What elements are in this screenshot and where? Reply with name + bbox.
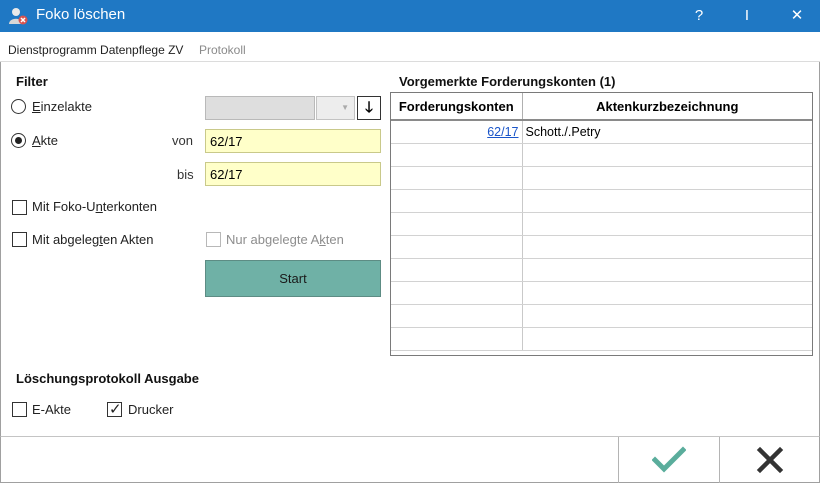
e-akte-checkbox[interactable]: [12, 402, 27, 417]
main-content: Filter Einzelakte ▼ 🡓 Akte von 62/17 bis…: [0, 62, 820, 436]
checkmark-icon: [651, 446, 687, 473]
footer-bar: [0, 436, 820, 483]
bezeichnung-cell: [522, 304, 812, 328]
column-header-aktenkurzbezeichnung[interactable]: Aktenkurzbezeichnung: [522, 93, 812, 121]
konto-cell[interactable]: [391, 143, 523, 167]
arrow-down-icon[interactable]: 🡓: [357, 96, 381, 120]
konto-cell[interactable]: [391, 235, 523, 259]
e-akte-label: E-Akte: [32, 402, 72, 417]
konto-cell[interactable]: [391, 327, 523, 351]
bezeichnung-cell: [522, 235, 812, 259]
table-heading: Vorgemerkte Forderungskonten (1): [399, 74, 616, 89]
filter-heading: Filter: [16, 74, 48, 89]
von-label: von: [172, 133, 193, 148]
bezeichnung-cell: [522, 281, 812, 305]
akte-combobox[interactable]: [205, 96, 315, 120]
bezeichnung-cell: [522, 166, 812, 190]
help-button[interactable]: ?: [676, 0, 722, 32]
konto-cell[interactable]: [391, 166, 523, 190]
konto-cell[interactable]: [391, 281, 523, 305]
bezeichnung-cell: [522, 327, 812, 351]
konto-cell[interactable]: 62/17: [391, 120, 523, 144]
konto-cell[interactable]: [391, 258, 523, 282]
bezeichnung-cell: [522, 143, 812, 167]
mit-foko-unterkonten-label: Mit Foko-Unterkonten: [32, 199, 157, 214]
einzelakte-radio[interactable]: [11, 99, 26, 114]
akte-radio[interactable]: [11, 133, 26, 148]
table-row-empty[interactable]: [391, 304, 812, 328]
bezeichnung-cell: Schott./.Petry: [522, 120, 812, 144]
akte-label: Akte: [32, 133, 59, 148]
mit-foko-unterkonten-checkbox[interactable]: [12, 200, 27, 215]
konto-cell[interactable]: [391, 189, 523, 213]
konto-link[interactable]: 62/17: [487, 125, 518, 139]
von-input[interactable]: 62/17: [205, 129, 381, 153]
table-row-empty[interactable]: [391, 143, 812, 167]
bezeichnung-cell: [522, 212, 812, 236]
tab-dienstprogramm[interactable]: Dienstprogramm Datenpflege ZV: [8, 43, 183, 57]
table-row-empty[interactable]: [391, 327, 812, 351]
bezeichnung-cell: [522, 258, 812, 282]
tab-bar: Dienstprogramm Datenpflege ZV Protokoll: [0, 32, 820, 62]
table-row-empty[interactable]: [391, 166, 812, 190]
konto-cell[interactable]: [391, 304, 523, 328]
mit-abgelegten-akten-checkbox[interactable]: [12, 232, 27, 247]
bis-label: bis: [177, 167, 194, 182]
info-button[interactable]: I: [724, 0, 770, 32]
protokoll-heading: Löschungsprotokoll Ausgabe: [16, 371, 199, 386]
forderungskonten-table[interactable]: Forderungskonten Aktenkurzbezeichnung 62…: [390, 92, 813, 356]
table-row-empty[interactable]: [391, 189, 812, 213]
bezeichnung-cell: [522, 189, 812, 213]
person-delete-icon: [8, 7, 28, 25]
ok-button[interactable]: [618, 437, 719, 483]
drucker-checkbox[interactable]: ✓: [107, 401, 122, 418]
title-bar: Foko löschen ? I ✕: [0, 0, 820, 32]
table-row-empty[interactable]: [391, 235, 812, 259]
window-title: Foko löschen: [36, 6, 126, 23]
start-button[interactable]: Start: [205, 260, 381, 297]
einzelakte-label: Einzelakte: [32, 99, 92, 114]
table-row-empty[interactable]: [391, 281, 812, 305]
drucker-label: Drucker: [128, 402, 174, 417]
close-window-button[interactable]: ✕: [774, 0, 820, 32]
cancel-button[interactable]: [719, 437, 820, 483]
combo-dropdown-button[interactable]: ▼: [316, 96, 355, 120]
tab-protokoll[interactable]: Protokoll: [199, 43, 246, 57]
table-row[interactable]: 62/17 Schott./.Petry: [391, 120, 812, 144]
bis-input[interactable]: 62/17: [205, 162, 381, 186]
checkmark-icon: ✓: [109, 401, 122, 418]
column-header-forderungskonten[interactable]: Forderungskonten: [391, 93, 523, 121]
mit-abgelegten-akten-label: Mit abgelegten Akten: [32, 232, 154, 247]
table-row-empty[interactable]: [391, 212, 812, 236]
table-row-empty[interactable]: [391, 258, 812, 282]
close-x-icon: [756, 446, 784, 474]
nur-abgelegte-akten-checkbox[interactable]: [206, 232, 221, 247]
konto-cell[interactable]: [391, 212, 523, 236]
nur-abgelegte-akten-label: Nur abgelegte Akten: [226, 232, 344, 247]
